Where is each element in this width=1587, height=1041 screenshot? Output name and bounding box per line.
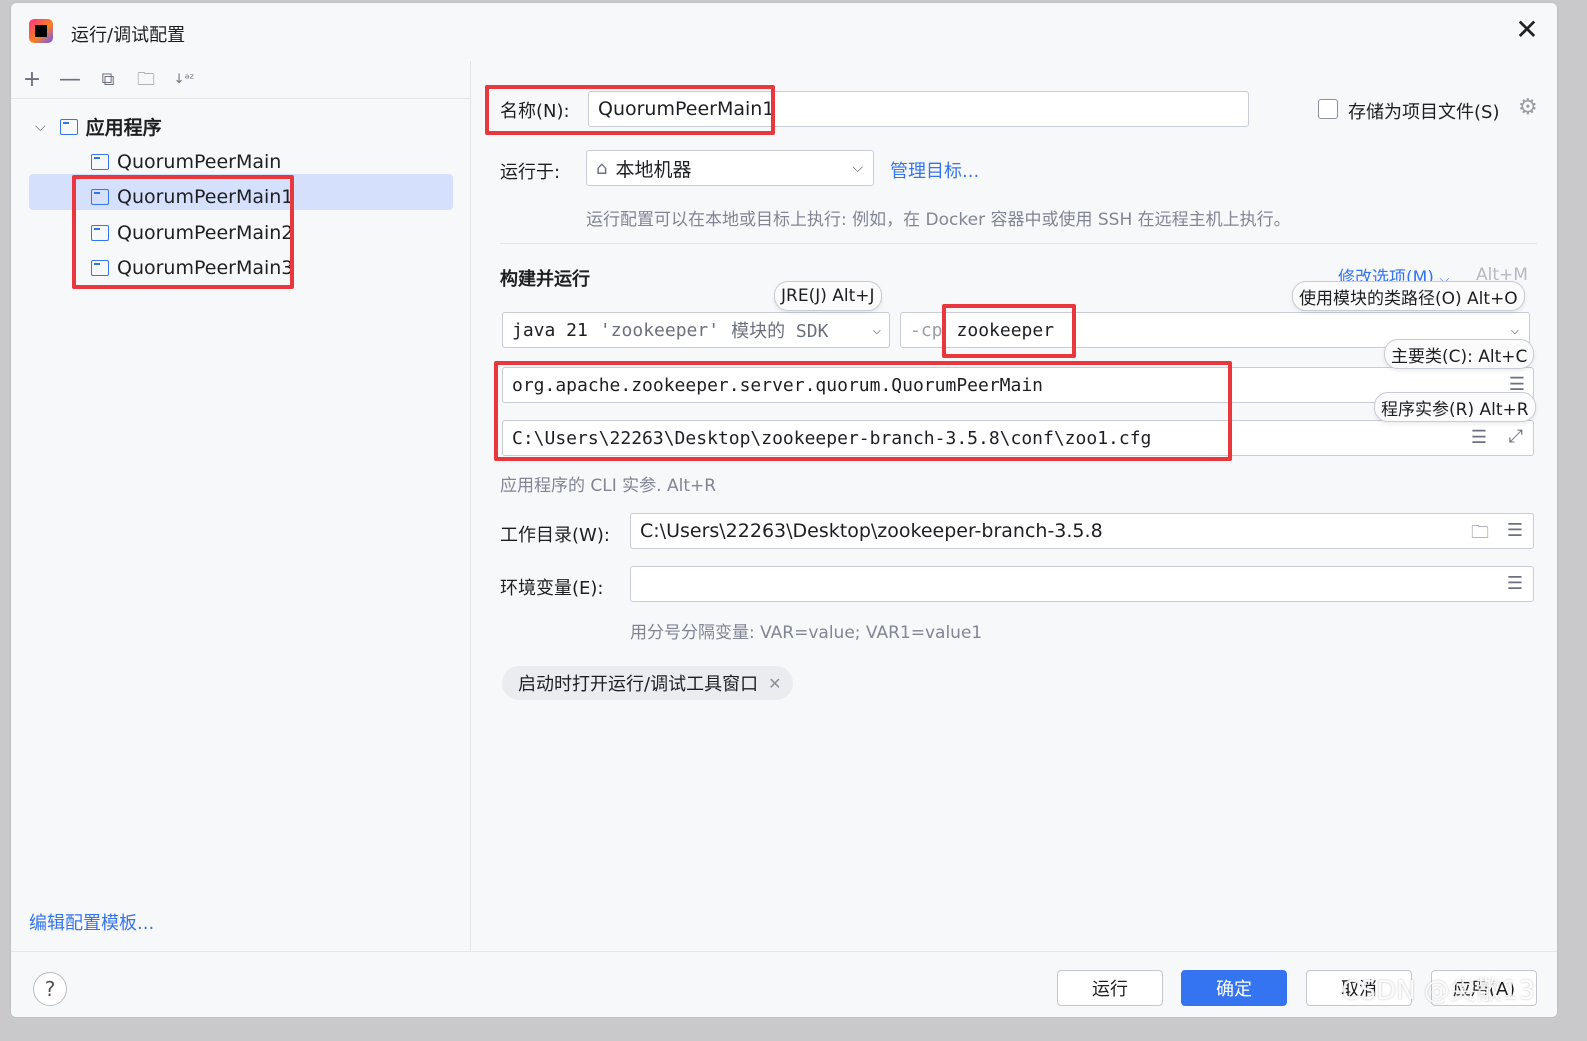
tree-item-quorumpeermain3[interactable]: QuorumPeerMain3 bbox=[91, 250, 293, 285]
build-and-run-title: 构建并运行 bbox=[500, 269, 590, 290]
sdk-java-version: java 21 bbox=[512, 319, 588, 341]
cp-module-value: zookeeper bbox=[956, 319, 1055, 341]
configuration-icon bbox=[91, 153, 109, 170]
tree-group-application[interactable]: ⌵ 应用程序 bbox=[35, 109, 162, 144]
csdn-watermark: CSDN @尖散13 bbox=[1341, 976, 1535, 1006]
store-as-project-file-label: 存储为项目文件(S) bbox=[1348, 102, 1500, 123]
name-input-value: QuorumPeerMain1 bbox=[598, 98, 775, 120]
run-on-dropdown[interactable]: ⌂ 本地机器 ⌵ bbox=[586, 150, 874, 186]
dialog-footer: ? 运行 确定 取消 应用(A) CSDN @尖散13 bbox=[11, 951, 1557, 1017]
tree-item-label: QuorumPeerMain bbox=[117, 150, 282, 173]
configuration-form: 名称(N): QuorumPeerMain1 存储为项目文件(S) ⚙ 运行于:… bbox=[472, 61, 1557, 951]
sdk-suffix: 模块的 SDK bbox=[731, 321, 829, 342]
browse-list-icon[interactable]: ☰ bbox=[1507, 520, 1523, 541]
working-directory-input[interactable]: C:\Users\22263\Desktop\zookeeper-branch-… bbox=[630, 513, 1534, 549]
tree-item-label: QuorumPeerMain3 bbox=[117, 256, 294, 279]
browse-list-icon[interactable]: ☰ bbox=[1471, 427, 1487, 448]
run-on-value: 本地机器 bbox=[615, 158, 692, 181]
close-icon[interactable]: ✕ bbox=[768, 674, 781, 693]
sdk-module-name: 'zookeeper' bbox=[599, 319, 720, 341]
chip-label: 启动时打开运行/调试工具窗口 bbox=[518, 674, 759, 695]
main-class-value: org.apache.zookeeper.server.quorum.Quoru… bbox=[512, 374, 1044, 396]
tree-item-label: QuorumPeerMain2 bbox=[117, 221, 294, 244]
open-tool-window-option-chip[interactable]: 启动时打开运行/调试工具窗口 ✕ bbox=[502, 666, 794, 700]
chevron-down-icon: ⌵ bbox=[872, 322, 881, 338]
tree-item-label: QuorumPeerMain1 bbox=[117, 185, 294, 208]
classpath-shortcut-tooltip: 使用模块的类路径(O) Alt+O bbox=[1292, 281, 1525, 311]
edit-configuration-templates-link[interactable]: 编辑配置模板... bbox=[29, 909, 154, 935]
title-bar: 运行/调试配置 ✕ bbox=[11, 3, 1557, 61]
new-folder-icon[interactable]: 🗀 bbox=[135, 69, 157, 91]
cp-prefix: -cp bbox=[910, 319, 943, 341]
add-icon[interactable]: + bbox=[21, 68, 43, 91]
close-icon[interactable]: ✕ bbox=[1511, 15, 1543, 47]
remove-icon[interactable]: — bbox=[59, 68, 81, 91]
tree-item-quorumpeermain2[interactable]: QuorumPeerMain2 bbox=[91, 215, 293, 250]
program-arguments-value: C:\Users\22263\Desktop\zookeeper-branch-… bbox=[512, 427, 1152, 449]
run-on-label: 运行于: bbox=[500, 162, 561, 183]
sort-icon[interactable]: ↓ᵃᶻ bbox=[173, 69, 195, 91]
program-arguments-input[interactable]: C:\Users\22263\Desktop\zookeeper-branch-… bbox=[502, 420, 1534, 456]
chevron-down-icon: ⌵ bbox=[852, 160, 863, 176]
section-divider bbox=[500, 243, 1537, 244]
run-button[interactable]: 运行 bbox=[1057, 970, 1163, 1006]
configuration-icon bbox=[91, 188, 109, 205]
working-directory-value: C:\Users\22263\Desktop\zookeeper-branch-… bbox=[640, 520, 1103, 542]
working-directory-label: 工作目录(W): bbox=[500, 525, 610, 546]
environment-variables-hint: 用分号分隔变量: VAR=value; VAR1=value1 bbox=[630, 623, 983, 643]
name-label: 名称(N): bbox=[500, 101, 570, 122]
tree-item-quorumpeermain1[interactable]: QuorumPeerMain1 bbox=[91, 179, 293, 214]
configuration-icon bbox=[91, 224, 109, 241]
chevron-down-icon[interactable]: ⌵ bbox=[35, 119, 46, 135]
run-debug-configurations-dialog: 运行/调试配置 ✕ + — ⧉ 🗀 ↓ᵃᶻ ⌵ 应用程序 QuorumPeerM… bbox=[10, 2, 1558, 1018]
copy-icon[interactable]: ⧉ bbox=[97, 69, 119, 91]
store-as-project-file-checkbox[interactable] bbox=[1318, 99, 1338, 119]
dialog-title: 运行/调试配置 bbox=[71, 25, 186, 46]
tree-item-quorumpeermain[interactable]: QuorumPeerMain bbox=[91, 144, 281, 179]
home-icon: ⌂ bbox=[596, 157, 608, 179]
manage-targets-link[interactable]: 管理目标... bbox=[890, 157, 979, 183]
environment-variables-input[interactable]: ☰ bbox=[630, 566, 1534, 602]
chevron-down-icon: ⌵ bbox=[1510, 322, 1519, 338]
jre-dropdown[interactable]: java 21 'zookeeper' 模块的 SDK ⌵ bbox=[502, 312, 890, 348]
configuration-icon bbox=[91, 259, 109, 276]
run-on-hint: 运行配置可以在本地或目标上执行: 例如，在 Docker 容器中或使用 SSH … bbox=[586, 210, 1291, 230]
program-arguments-hint: 应用程序的 CLI 实参. Alt+R bbox=[500, 476, 717, 496]
name-input[interactable]: QuorumPeerMain1 bbox=[588, 91, 1249, 127]
folder-icon[interactable]: 🗀 bbox=[1471, 520, 1489, 550]
tree-group-label: 应用程序 bbox=[85, 117, 162, 139]
intellij-logo-icon bbox=[29, 19, 53, 43]
application-icon bbox=[59, 118, 78, 135]
jre-shortcut-tooltip: JRE(J) Alt+J bbox=[774, 281, 882, 311]
configurations-tree-panel: + — ⧉ 🗀 ↓ᵃᶻ ⌵ 应用程序 QuorumPeerMain Quorum… bbox=[11, 61, 471, 951]
help-icon[interactable]: ? bbox=[33, 972, 67, 1006]
program-args-shortcut-tooltip: 程序实参(R) Alt+R bbox=[1374, 392, 1536, 422]
ok-button[interactable]: 确定 bbox=[1181, 970, 1287, 1006]
main-class-shortcut-tooltip: 主要类(C): Alt+C bbox=[1384, 339, 1535, 369]
gear-icon[interactable]: ⚙ bbox=[1518, 95, 1538, 120]
browse-list-icon[interactable]: ☰ bbox=[1507, 573, 1523, 594]
environment-variables-label: 环境变量(E): bbox=[500, 578, 604, 599]
tree-toolbar: + — ⧉ 🗀 ↓ᵃᶻ bbox=[11, 61, 470, 99]
expand-icon[interactable]: ⤢ bbox=[1509, 426, 1523, 447]
